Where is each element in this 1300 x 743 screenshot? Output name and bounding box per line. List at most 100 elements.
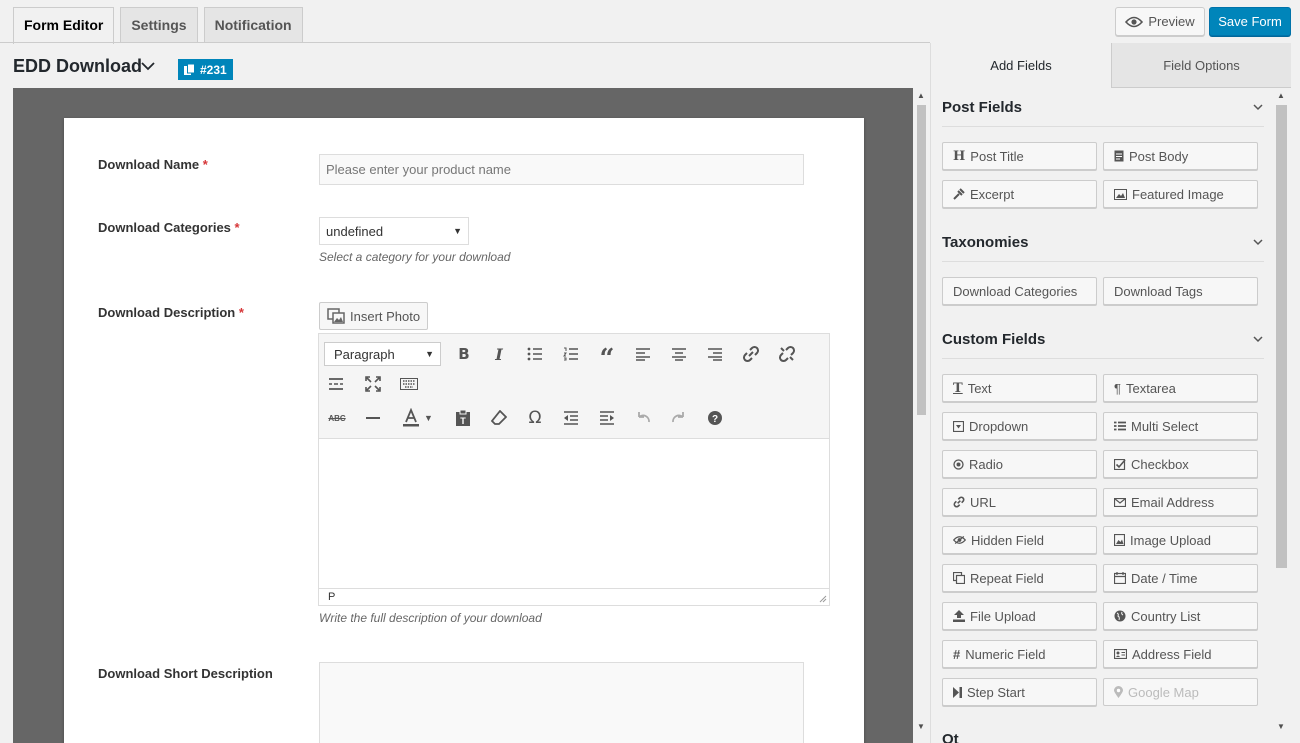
- scroll-up-icon[interactable]: ▲: [1277, 91, 1285, 100]
- italic-icon[interactable]: I: [487, 342, 511, 366]
- field-email-address[interactable]: Email Address: [1103, 488, 1258, 516]
- short-description-textarea[interactable]: [319, 662, 804, 743]
- align-left-icon[interactable]: [631, 342, 655, 366]
- address-card-icon: [1114, 649, 1127, 659]
- eye-icon: [1125, 16, 1144, 27]
- editor-statusbar: P: [319, 588, 829, 605]
- outdent-icon[interactable]: [559, 406, 583, 430]
- field-excerpt[interactable]: Excerpt: [942, 180, 1097, 208]
- indent-icon[interactable]: [595, 406, 619, 430]
- field-file-upload[interactable]: File Upload: [942, 602, 1097, 630]
- tab-settings[interactable]: Settings: [120, 7, 198, 43]
- save-form-button[interactable]: Save Form: [1209, 7, 1291, 36]
- field-image-upload[interactable]: Image Upload: [1103, 526, 1258, 554]
- field-radio[interactable]: Radio: [942, 450, 1097, 478]
- help-icon[interactable]: ?: [703, 406, 727, 430]
- field-url[interactable]: URL: [942, 488, 1097, 516]
- canvas-scroll-thumb[interactable]: [917, 105, 926, 415]
- heading-icon: H: [953, 148, 966, 164]
- redo-icon[interactable]: [667, 406, 691, 430]
- format-select[interactable]: Paragraph ▼: [324, 342, 441, 366]
- map-marker-icon: [1114, 686, 1123, 698]
- form-id-label: #231: [200, 62, 227, 77]
- field-textarea[interactable]: ¶ Textarea: [1103, 374, 1258, 402]
- text-color-icon[interactable]: ▼: [397, 406, 437, 430]
- field-google-map[interactable]: Google Map: [1103, 678, 1258, 706]
- field-featured-image[interactable]: Featured Image: [1103, 180, 1258, 208]
- section-custom-fields[interactable]: Custom Fields: [942, 331, 1045, 348]
- unlink-icon[interactable]: [775, 342, 799, 366]
- image-file-icon: [1114, 534, 1125, 546]
- bold-icon[interactable]: B: [452, 342, 476, 366]
- field-multi-select[interactable]: Multi Select: [1103, 412, 1258, 440]
- field-country-list[interactable]: Country List: [1103, 602, 1258, 630]
- chevron-down-icon[interactable]: [140, 58, 156, 74]
- field-post-title[interactable]: H Post Title: [942, 142, 1097, 170]
- strikethrough-icon[interactable]: ABC: [325, 406, 349, 430]
- numbered-list-icon[interactable]: [559, 342, 583, 366]
- clear-formatting-icon[interactable]: [487, 406, 511, 430]
- download-name-label: Download Name *: [98, 157, 208, 172]
- text-icon: T: [953, 380, 963, 396]
- form-paper: Download Name * Please enter your produc…: [64, 118, 864, 743]
- field-post-body[interactable]: Post Body: [1103, 142, 1258, 170]
- chevron-down-icon[interactable]: [1252, 101, 1264, 113]
- scroll-down-icon[interactable]: ▼: [917, 722, 925, 731]
- form-id-badge[interactable]: #231: [178, 59, 233, 80]
- section-post-fields[interactable]: Post Fields: [942, 99, 1022, 116]
- align-center-icon[interactable]: [667, 342, 691, 366]
- field-hidden[interactable]: Hidden Field: [942, 526, 1097, 554]
- field-download-tags[interactable]: Download Tags: [1103, 277, 1258, 305]
- tab-field-options[interactable]: Field Options: [1111, 43, 1291, 88]
- clone-icon: [953, 572, 965, 584]
- scroll-down-icon[interactable]: ▼: [1277, 722, 1285, 731]
- resize-handle-icon[interactable]: [819, 595, 827, 603]
- field-numeric[interactable]: # Numeric Field: [942, 640, 1097, 668]
- paste-text-icon[interactable]: T: [451, 406, 475, 430]
- pin-icon: [953, 188, 965, 200]
- field-address[interactable]: Address Field: [1103, 640, 1258, 668]
- panel-scroll-thumb[interactable]: [1276, 105, 1287, 568]
- editor-toolbar: Paragraph ▼ B I “ ABC ▼ T Ω ?: [319, 334, 829, 439]
- form-canvas: Download Name * Please enter your produc…: [13, 88, 913, 743]
- tab-form-editor[interactable]: Form Editor: [13, 7, 115, 44]
- field-dropdown[interactable]: Dropdown: [942, 412, 1097, 440]
- paragraph-icon: ¶: [1114, 380, 1121, 396]
- link-icon: [953, 496, 965, 508]
- fullscreen-icon[interactable]: [361, 372, 385, 396]
- panel-scrollbar[interactable]: ▲ ▼: [1273, 88, 1290, 743]
- keyboard-icon[interactable]: [397, 372, 421, 396]
- eye-slash-icon: [953, 535, 966, 545]
- image-icon: [327, 308, 345, 324]
- blockquote-icon[interactable]: “: [595, 342, 619, 372]
- scroll-up-icon[interactable]: ▲: [917, 91, 925, 100]
- special-character-icon[interactable]: Ω: [523, 406, 547, 430]
- globe-icon: [1114, 610, 1126, 622]
- download-categories-select[interactable]: undefined ▼: [319, 217, 469, 245]
- bullet-list-icon[interactable]: [523, 342, 547, 366]
- horizontal-line-icon[interactable]: [361, 406, 385, 430]
- list-icon: [1114, 421, 1126, 431]
- section-taxonomies[interactable]: Taxonomies: [942, 234, 1028, 251]
- field-date-time[interactable]: Date / Time: [1103, 564, 1258, 592]
- preview-button[interactable]: Preview: [1115, 7, 1205, 36]
- download-name-input[interactable]: Please enter your product name: [319, 154, 804, 185]
- field-checkbox[interactable]: Checkbox: [1103, 450, 1258, 478]
- insert-photo-button[interactable]: Insert Photo: [319, 302, 429, 330]
- chevron-down-icon[interactable]: [1252, 333, 1264, 345]
- align-right-icon[interactable]: [703, 342, 727, 366]
- field-download-categories[interactable]: Download Categories: [942, 277, 1097, 305]
- tab-notification[interactable]: Notification: [203, 7, 303, 43]
- canvas-scrollbar[interactable]: ▲ ▼: [913, 88, 930, 743]
- chevron-down-icon[interactable]: [1252, 236, 1264, 248]
- field-text[interactable]: T Text: [942, 374, 1097, 402]
- field-step-start[interactable]: Step Start: [942, 678, 1097, 706]
- link-icon[interactable]: [739, 342, 763, 366]
- read-more-icon[interactable]: [324, 372, 348, 396]
- tab-add-fields[interactable]: Add Fields: [931, 43, 1111, 88]
- builder-tabs: Form Editor Settings Notification: [13, 7, 303, 44]
- section-others-partial[interactable]: Ot: [942, 731, 959, 743]
- field-repeat[interactable]: Repeat Field: [942, 564, 1097, 592]
- undo-icon[interactable]: [631, 406, 655, 430]
- categories-help: Select a category for your download: [319, 250, 511, 264]
